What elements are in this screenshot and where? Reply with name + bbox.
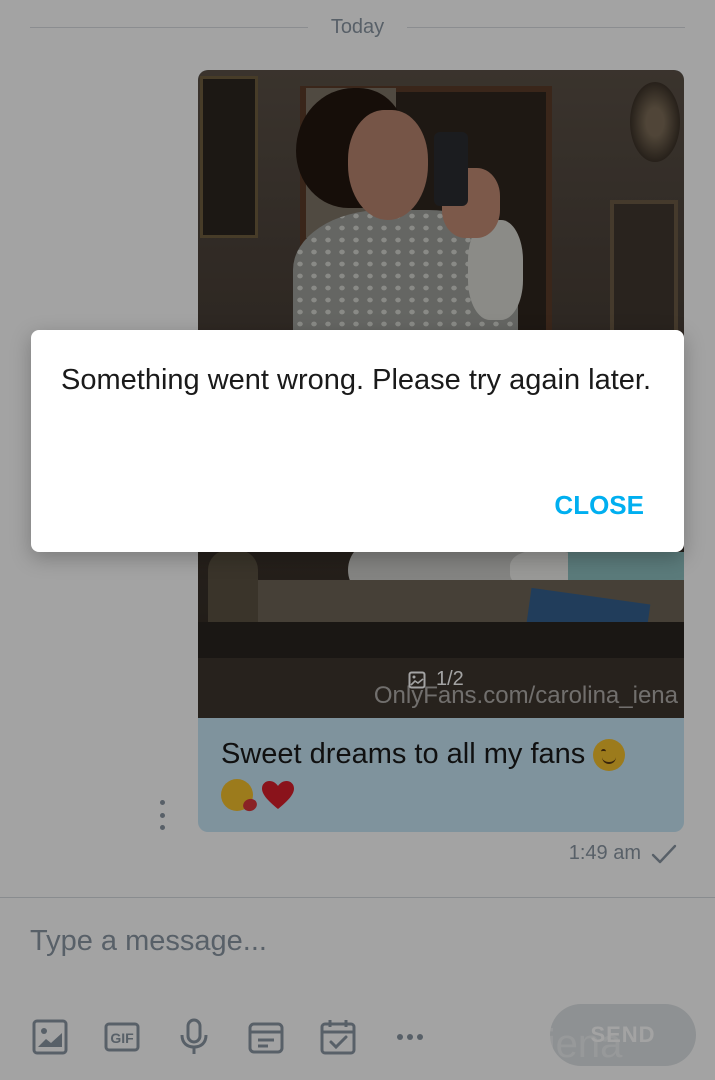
error-message: Something went wrong. Please try again l… xyxy=(61,364,651,396)
chat-screen: Today 1/2 OnlyFans.com/carolina_iena Swe… xyxy=(0,0,715,1080)
close-button[interactable]: CLOSE xyxy=(554,490,644,521)
error-dialog: Something went wrong. Please try again l… xyxy=(31,330,684,552)
